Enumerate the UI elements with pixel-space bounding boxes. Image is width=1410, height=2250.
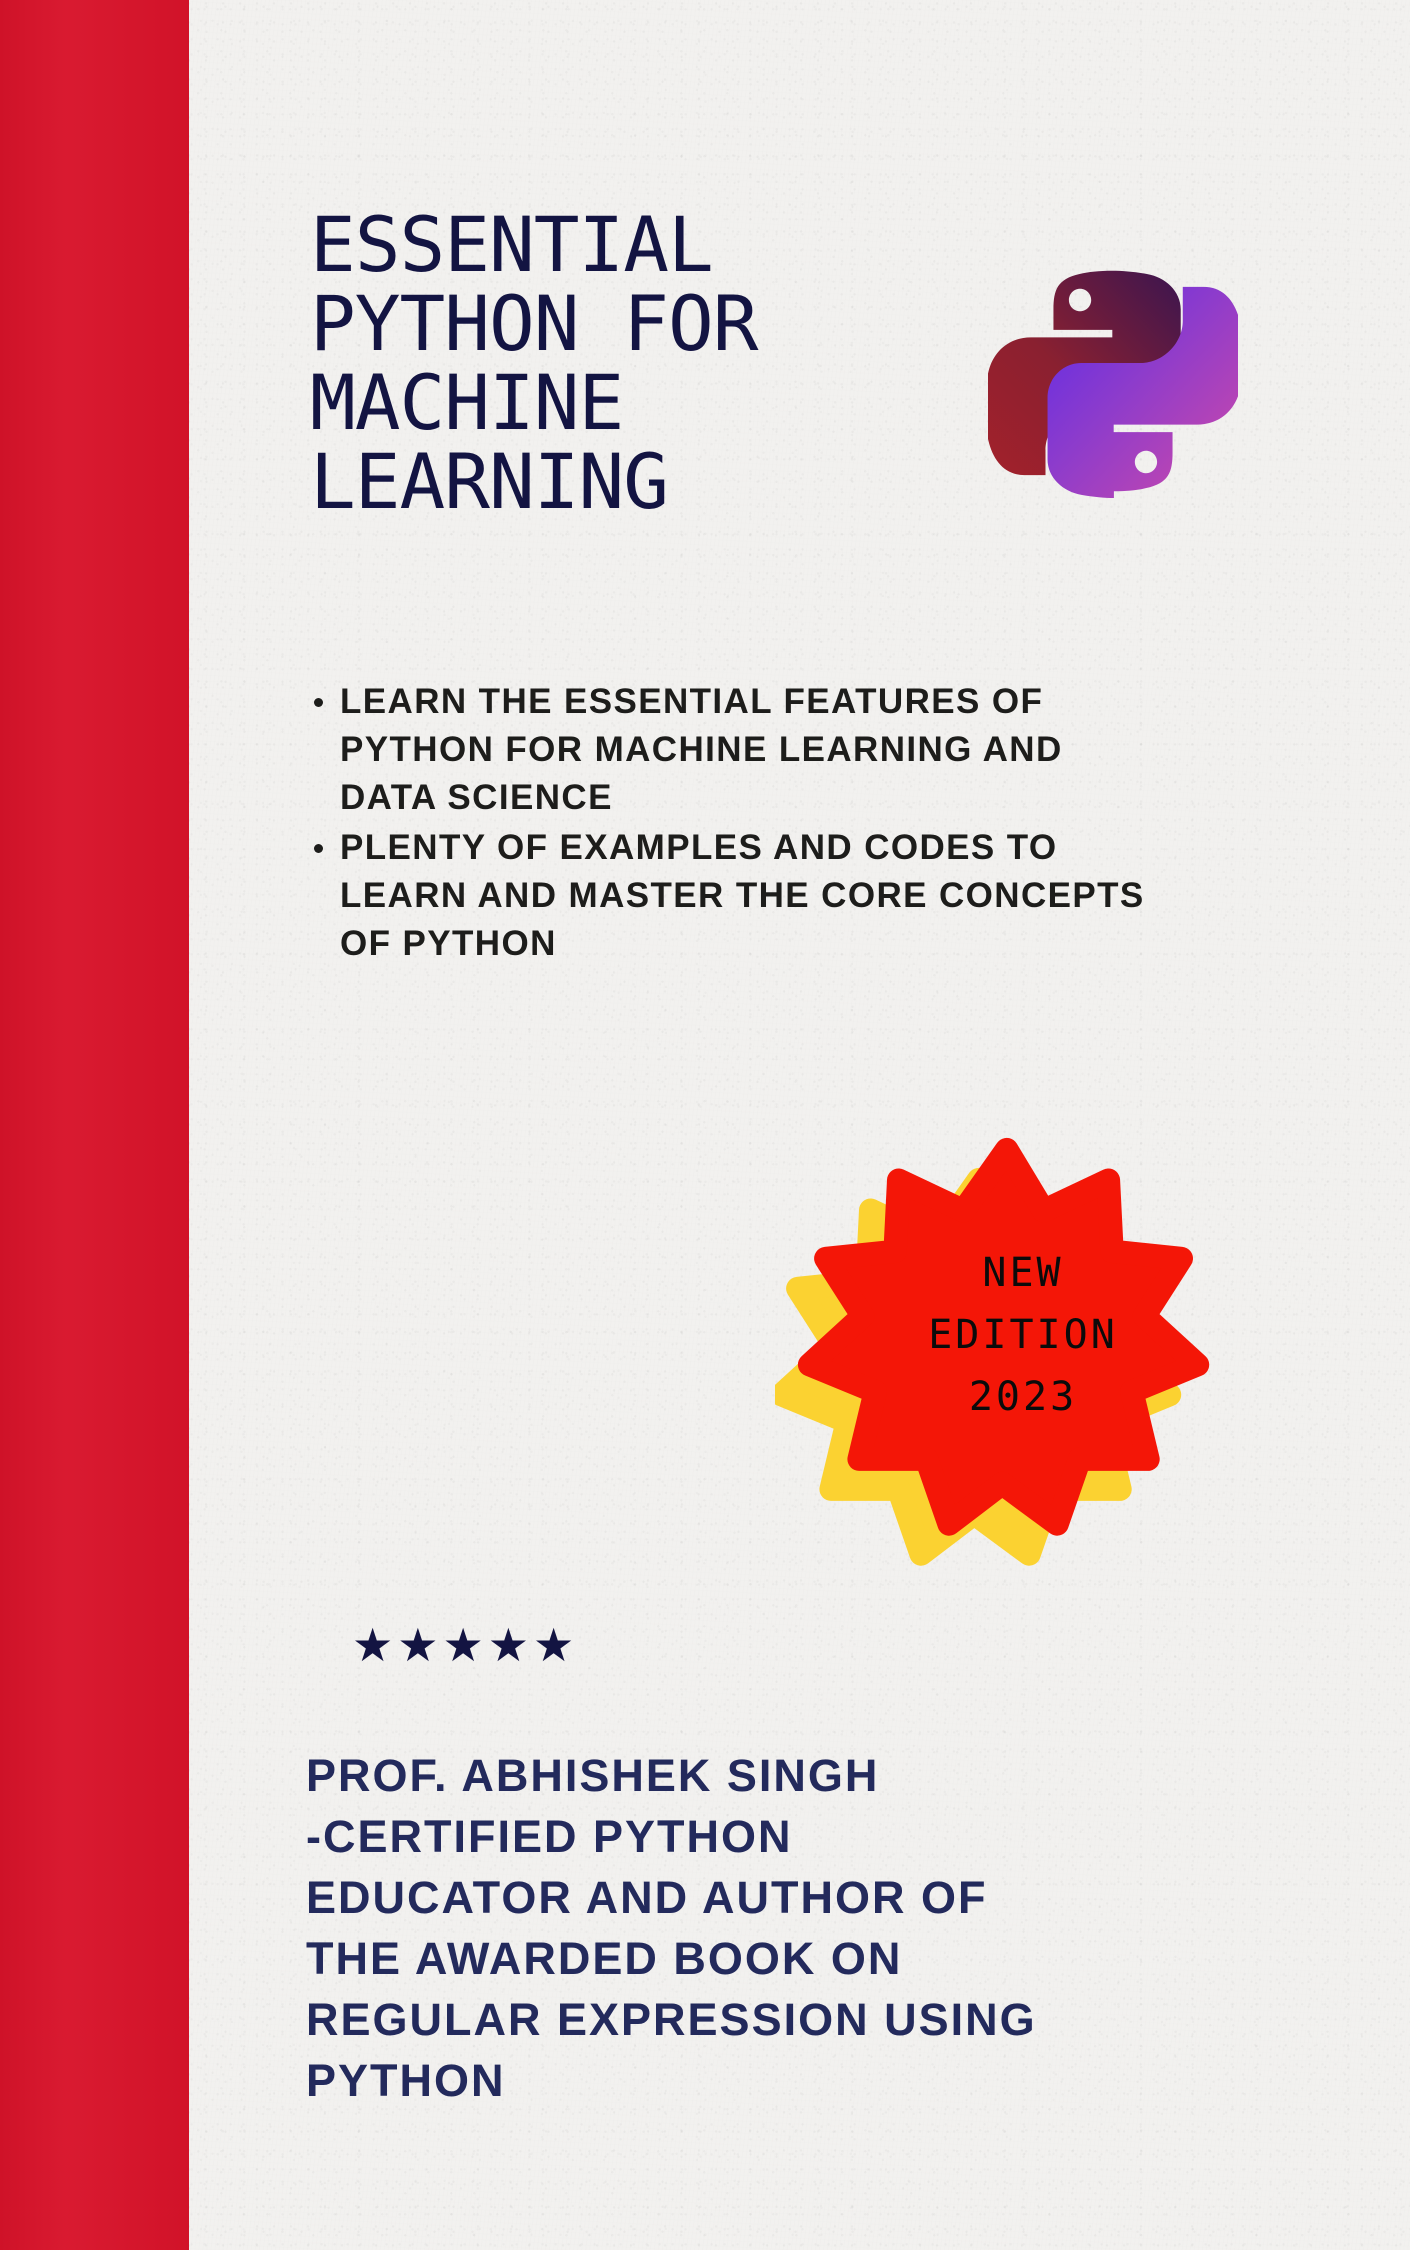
badge-line-year: 2023 [968,1374,1078,1420]
list-item: PLENTY OF EXAMPLES AND CODES TO LEARN AN… [308,824,1148,968]
book-cover: ESSENTIAL PYTHON FOR MACHINE LEARNING LE… [0,0,1410,2250]
author-credits: PROF. ABHISHEK SINGH -CERTIFIED PYTHON E… [306,1750,1037,2106]
bullet-dot-icon [314,844,323,853]
book-title: ESSENTIAL PYTHON FOR MACHINE LEARNING [310,200,759,526]
bullet-dot-icon [314,698,323,707]
left-red-stripe [0,0,189,2250]
badge-text-block: NEW EDITION 2023 [793,1100,1253,1570]
rating-stars: ★★★★★ [352,1618,579,1672]
badge-line-new: NEW [982,1250,1064,1296]
list-item: LEARN THE ESSENTIAL FEATURES OF PYTHON F… [308,678,1148,822]
new-edition-badge: NEW EDITION 2023 [775,1110,1235,1580]
bullet-text: LEARN THE ESSENTIAL FEATURES OF PYTHON F… [340,682,1063,817]
python-logo-icon [983,256,1245,506]
badge-line-edition: EDITION [928,1312,1118,1358]
stripe-sheen [0,0,189,2250]
bullet-text: PLENTY OF EXAMPLES AND CODES TO LEARN AN… [340,828,1145,963]
feature-bullet-list: LEARN THE ESSENTIAL FEATURES OF PYTHON F… [308,678,1148,970]
